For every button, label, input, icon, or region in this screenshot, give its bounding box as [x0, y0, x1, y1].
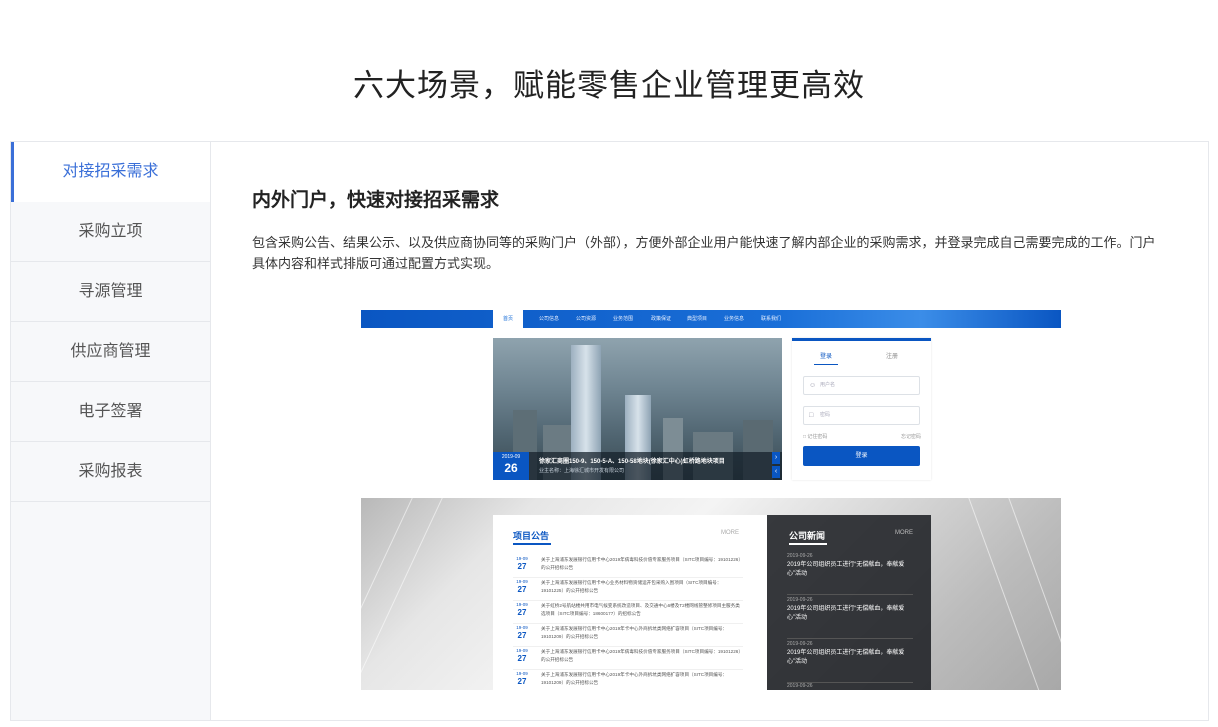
preview-login-tab: 登录 — [820, 354, 833, 360]
preview-nav-item: 政策保证 — [651, 316, 672, 322]
preview-notice-title: 项目公告 — [513, 531, 550, 541]
list-item: 19-09 27 关于上海浦东发展银行信用卡中心2019年病毒科技价值专家服务项目… — [513, 555, 743, 578]
preview-username-placeholder: 用户名 — [820, 382, 836, 388]
preview-nav-item: 联系我们 — [761, 316, 782, 322]
preview-lower-section: 项目公告 MORE 19-09 27 关于上海浦东发展银行信用卡中心2019年病毒… — [361, 498, 1061, 690]
preview-login-box: 登录 注册 ☺ 用户名 □ 密码 □ 记住密码 忘记密码 登录 — [792, 338, 931, 480]
preview-forgot: 忘记密码 — [900, 434, 921, 440]
preview-hero-banner: 2019-09 26 徐家汇商圈150-9、150-5-A、150-58地块(徐… — [493, 338, 782, 480]
preview-hero-caption: 徐家汇商圈150-9、150-5-A、150-58地块(徐家汇中心)虹桥路地块项… — [539, 459, 725, 465]
preview-nav-bar: 首页 公司信息 公司资源 业务范围 政策保证 典型项目 业务信息 联系我们 — [361, 310, 1061, 328]
sidebar-item-report[interactable]: 采购报表 — [11, 442, 210, 502]
scenario-panel: 对接招采需求 采购立项 寻源管理 供应商管理 电子签署 采购报表 内外门户，快速… — [10, 141, 1209, 721]
preview-nav-item: 首页 — [493, 310, 524, 328]
list-item: 2019-09-26 — [787, 683, 813, 689]
list-item: 2019-09-26 2019年公司组织员工进行“无偿献血，奉献爱心”活动 — [787, 551, 913, 595]
sidebar-item-procurement-project[interactable]: 采购立项 — [11, 202, 210, 262]
preview-hero-subcaption: 业主名称：上海徐汇城市开发有限公司 — [539, 468, 625, 474]
list-item: 2019-09-26 2019年公司组织员工进行“无偿献血，奉献爱心”活动 — [787, 595, 913, 639]
preview-register-tab: 注册 — [886, 354, 899, 360]
preview-notice-more: MORE — [721, 530, 739, 536]
preview-nav-item: 典型项目 — [687, 316, 708, 322]
preview-hero-date-day: 26 — [504, 461, 518, 475]
sidebar-item-supplier[interactable]: 供应商管理 — [11, 322, 210, 382]
chevron-left-icon: ‹ — [772, 466, 780, 478]
list-item: 19-09 27 关于上海浦东发展银行信用卡中心2019年卡中心外商拆坑类网络扩容… — [513, 670, 743, 690]
page-title: 六大场景，赋能零售企业管理更高效 — [353, 68, 865, 103]
preview-nav-item: 公司资源 — [576, 316, 597, 322]
lock-icon: □ — [809, 412, 814, 419]
list-item: 19-09 27 关于上海浦东发展银行信用卡中心业务材料物资储运开包采购入围项目（… — [513, 578, 743, 601]
content-description: 包含采购公告、结果公示、以及供应商协同等的采购门户（外部），方便外部企业用户能快… — [252, 235, 1156, 271]
preview-nav-item: 业务信息 — [724, 316, 745, 322]
preview-password-placeholder: 密码 — [820, 412, 831, 418]
list-item: 2019-09-26 2019年公司组织员工进行“无偿献血，奉献爱心”活动 — [787, 639, 913, 683]
list-item: 19-09 27 关于虹桥2号航站楼共用市电气候变系统改造项目、及交通中心6楼及T… — [513, 601, 743, 624]
scenario-sidebar: 对接招采需求 采购立项 寻源管理 供应商管理 电子签署 采购报表 — [11, 142, 211, 720]
preview-nav-item: 业务范围 — [613, 316, 634, 322]
chevron-right-icon: › — [772, 452, 780, 464]
preview-remember: □ 记住密码 — [803, 434, 828, 440]
preview-username-field: ☺ 用户名 — [803, 376, 920, 395]
preview-news-more: MORE — [895, 530, 913, 536]
preview-news-title: 公司新闻 — [789, 531, 826, 541]
preview-login-button: 登录 — [803, 446, 920, 466]
list-item: 19-09 27 关于上海浦东发展银行信用卡中心2019年卡中心外商拆坑类网络扩容… — [513, 624, 743, 647]
sidebar-item-sourcing[interactable]: 寻源管理 — [11, 262, 210, 322]
list-item: 19-09 27 关于上海浦东发展银行信用卡中心2019年病毒科技价值专家服务项目… — [513, 647, 743, 670]
preview-notice-list: 项目公告 MORE 19-09 27 关于上海浦东发展银行信用卡中心2019年病毒… — [493, 515, 767, 690]
portal-preview-image: 首页 公司信息 公司资源 业务范围 政策保证 典型项目 业务信息 联系我们 20… — [361, 310, 1061, 690]
scenario-content: 内外门户，快速对接招采需求 包含采购公告、结果公示、以及供应商协同等的采购门户（… — [252, 142, 1172, 690]
sidebar-item-e-signature[interactable]: 电子签署 — [11, 382, 210, 442]
preview-nav-item: 公司信息 — [539, 316, 560, 322]
user-icon: ☺ — [809, 382, 817, 389]
content-title: 内外门户，快速对接招采需求 — [252, 190, 500, 211]
preview-password-field: □ 密码 — [803, 406, 920, 425]
preview-news-list: 公司新闻 MORE 2019-09-26 2019年公司组织员工进行“无偿献血，… — [767, 515, 931, 690]
sidebar-item-procurement-demand[interactable]: 对接招采需求 — [11, 142, 210, 202]
preview-hero-date: 2019-09 26 — [493, 452, 529, 480]
